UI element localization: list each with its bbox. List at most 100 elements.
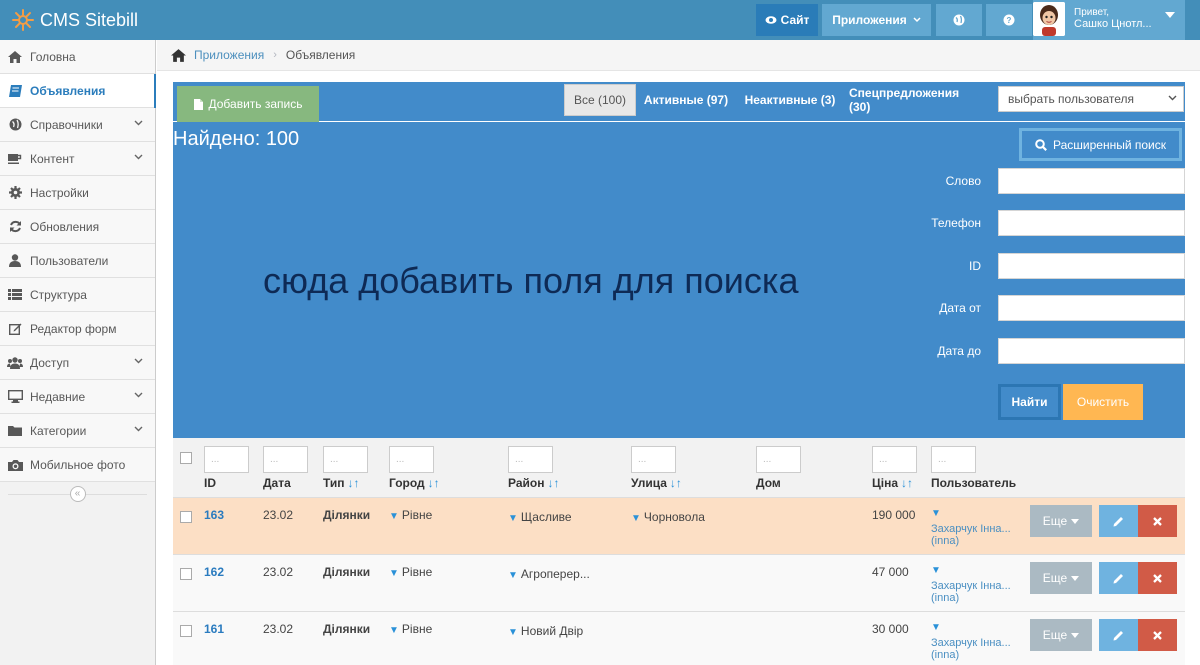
sidebar-item-users[interactable]: Пользователи [0, 244, 155, 278]
row-city[interactable]: ▼ Рівне [389, 622, 432, 636]
brand[interactable]: CMS Sitebill [12, 9, 138, 31]
sidebar-item-recent[interactable]: Недавние [0, 380, 155, 414]
row-user[interactable]: ▼ Захарчук Інна... (inna) [931, 508, 1019, 547]
filter-district-input[interactable]: ... [508, 446, 553, 473]
row-id-link[interactable]: 163 [204, 508, 224, 522]
phone-label: Телефон [931, 216, 981, 230]
sidebar-collapse-button[interactable]: « [69, 486, 86, 502]
row-checkbox[interactable] [180, 511, 192, 523]
column-header-price[interactable]: Ціна ↓↑ [872, 476, 913, 490]
row-checkbox[interactable] [180, 568, 192, 580]
search-fields-placeholder: сюда добавить поля для поиска [263, 260, 799, 301]
sidebar-item-content[interactable]: Контент [0, 142, 155, 176]
sidebar-item-categories[interactable]: Категории [0, 414, 155, 448]
site-label: Сайт [780, 13, 810, 27]
question-icon: ? [1003, 14, 1015, 26]
apps-menu-button[interactable]: Приложения [822, 4, 931, 36]
sort-icon[interactable]: ↓↑ [901, 476, 913, 490]
clear-button[interactable]: Очистить [1063, 384, 1143, 420]
delete-button[interactable] [1138, 505, 1177, 537]
user-icon [9, 254, 21, 267]
sidebar-item-settings[interactable]: Настройки [0, 176, 155, 210]
breadcrumb-current: Объявления [285, 48, 356, 62]
refresh-icon [9, 220, 21, 233]
user-menu[interactable]: Привет, Сашко Цнотл... [1033, 0, 1185, 40]
find-button[interactable]: Найти [998, 384, 1061, 420]
caret-down-icon [1071, 518, 1080, 524]
row-checkbox[interactable] [180, 625, 192, 637]
column-header-type[interactable]: Тип ↓↑ [323, 476, 360, 490]
delete-button[interactable] [1138, 562, 1177, 594]
phone-field[interactable] [998, 210, 1185, 236]
filter-user-input[interactable]: ... [931, 446, 976, 473]
sidebar-item-access[interactable]: Доступ [0, 346, 155, 380]
select-all-checkbox[interactable] [180, 452, 192, 464]
more-actions-button[interactable]: Еще [1030, 505, 1092, 537]
row-user[interactable]: ▼ Захарчук Інна... (inna) [931, 622, 1019, 661]
row-date: 23.02 [263, 622, 294, 636]
id-field[interactable] [998, 253, 1185, 279]
user-select[interactable]: выбрать пользователя [998, 86, 1184, 112]
sidebar-item-mobile-photo[interactable]: Мобильное фото [0, 448, 155, 482]
row-district[interactable]: ▼ Новий Двір [508, 624, 583, 638]
home-icon[interactable] [171, 48, 186, 62]
pencil-icon [1113, 516, 1123, 526]
caret-down-icon [1165, 12, 1175, 18]
column-header-id[interactable]: ID [204, 476, 216, 490]
date-from-field[interactable] [998, 295, 1185, 321]
column-header-date[interactable]: Дата [263, 476, 291, 490]
sidebar-item-structure[interactable]: Структура [0, 278, 155, 312]
row-city[interactable]: ▼ Рівне [389, 508, 432, 522]
row-id-link[interactable]: 162 [204, 565, 224, 579]
filter-city-input[interactable]: ... [389, 446, 434, 473]
word-field[interactable] [998, 168, 1185, 194]
date-to-field[interactable] [998, 338, 1185, 364]
sidebar-item-label: Редактор форм [30, 321, 117, 336]
row-user[interactable]: ▼ Захарчук Інна... (inna) [931, 565, 1019, 604]
edit-button[interactable] [1099, 505, 1138, 537]
row-district[interactable]: ▼ Агроперер... [508, 567, 590, 581]
more-actions-button[interactable]: Еще [1030, 562, 1092, 594]
tab-active[interactable]: Активные (97) [641, 84, 731, 116]
filter-type-input[interactable]: ... [323, 446, 368, 473]
column-header-city[interactable]: Город ↓↑ [389, 476, 440, 490]
language-button[interactable] [936, 4, 982, 36]
list-icon [8, 289, 22, 300]
filter-date-input[interactable]: ... [263, 446, 308, 473]
edit-button[interactable] [1099, 562, 1138, 594]
filter-street-input[interactable]: ... [631, 446, 676, 473]
column-header-user[interactable]: Пользователь [931, 476, 1016, 490]
more-actions-button[interactable]: Еще [1030, 619, 1092, 651]
advanced-search-button[interactable]: Расширенный поиск [1019, 128, 1182, 161]
sidebar-item-directories[interactable]: Справочники [0, 108, 155, 142]
row-id-link[interactable]: 161 [204, 622, 224, 636]
column-header-district[interactable]: Район ↓↑ [508, 476, 559, 490]
site-button[interactable]: Сайт [756, 4, 818, 36]
date-from-label: Дата от [939, 301, 981, 315]
column-header-street[interactable]: Улица ↓↑ [631, 476, 682, 490]
filter-house-input[interactable]: ... [756, 446, 801, 473]
row-district[interactable]: ▼ Щасливе [508, 510, 572, 524]
sort-icon[interactable]: ↓↑ [428, 476, 440, 490]
sidebar-item-ads[interactable]: Объявления [0, 74, 156, 108]
sort-icon[interactable]: ↓↑ [348, 476, 360, 490]
tab-inactive[interactable]: Неактивные (3) [741, 84, 839, 116]
add-record-button[interactable]: Добавить запись [177, 86, 319, 122]
edit-button[interactable] [1099, 619, 1138, 651]
sort-icon[interactable]: ↓↑ [547, 476, 559, 490]
row-street[interactable]: ▼ Чорновола [631, 510, 705, 524]
tab-special-offers[interactable]: Спецпредложения (30) [849, 84, 981, 116]
sidebar-item-home[interactable]: Головна [0, 40, 155, 74]
filter-id-input[interactable]: ... [204, 446, 249, 473]
row-type: Ділянки [323, 565, 371, 579]
sidebar-item-form-editor[interactable]: Редактор форм [0, 312, 155, 346]
row-city[interactable]: ▼ Рівне [389, 565, 432, 579]
column-header-house[interactable]: Дом [756, 476, 781, 490]
sidebar-item-updates[interactable]: Обновления [0, 210, 155, 244]
filter-price-input[interactable]: ... [872, 446, 917, 473]
sort-icon[interactable]: ↓↑ [670, 476, 682, 490]
delete-button[interactable] [1138, 619, 1177, 651]
breadcrumb-link-apps[interactable]: Приложения [194, 48, 264, 62]
tab-all[interactable]: Все (100) [564, 84, 636, 116]
help-button[interactable]: ? [986, 4, 1032, 36]
